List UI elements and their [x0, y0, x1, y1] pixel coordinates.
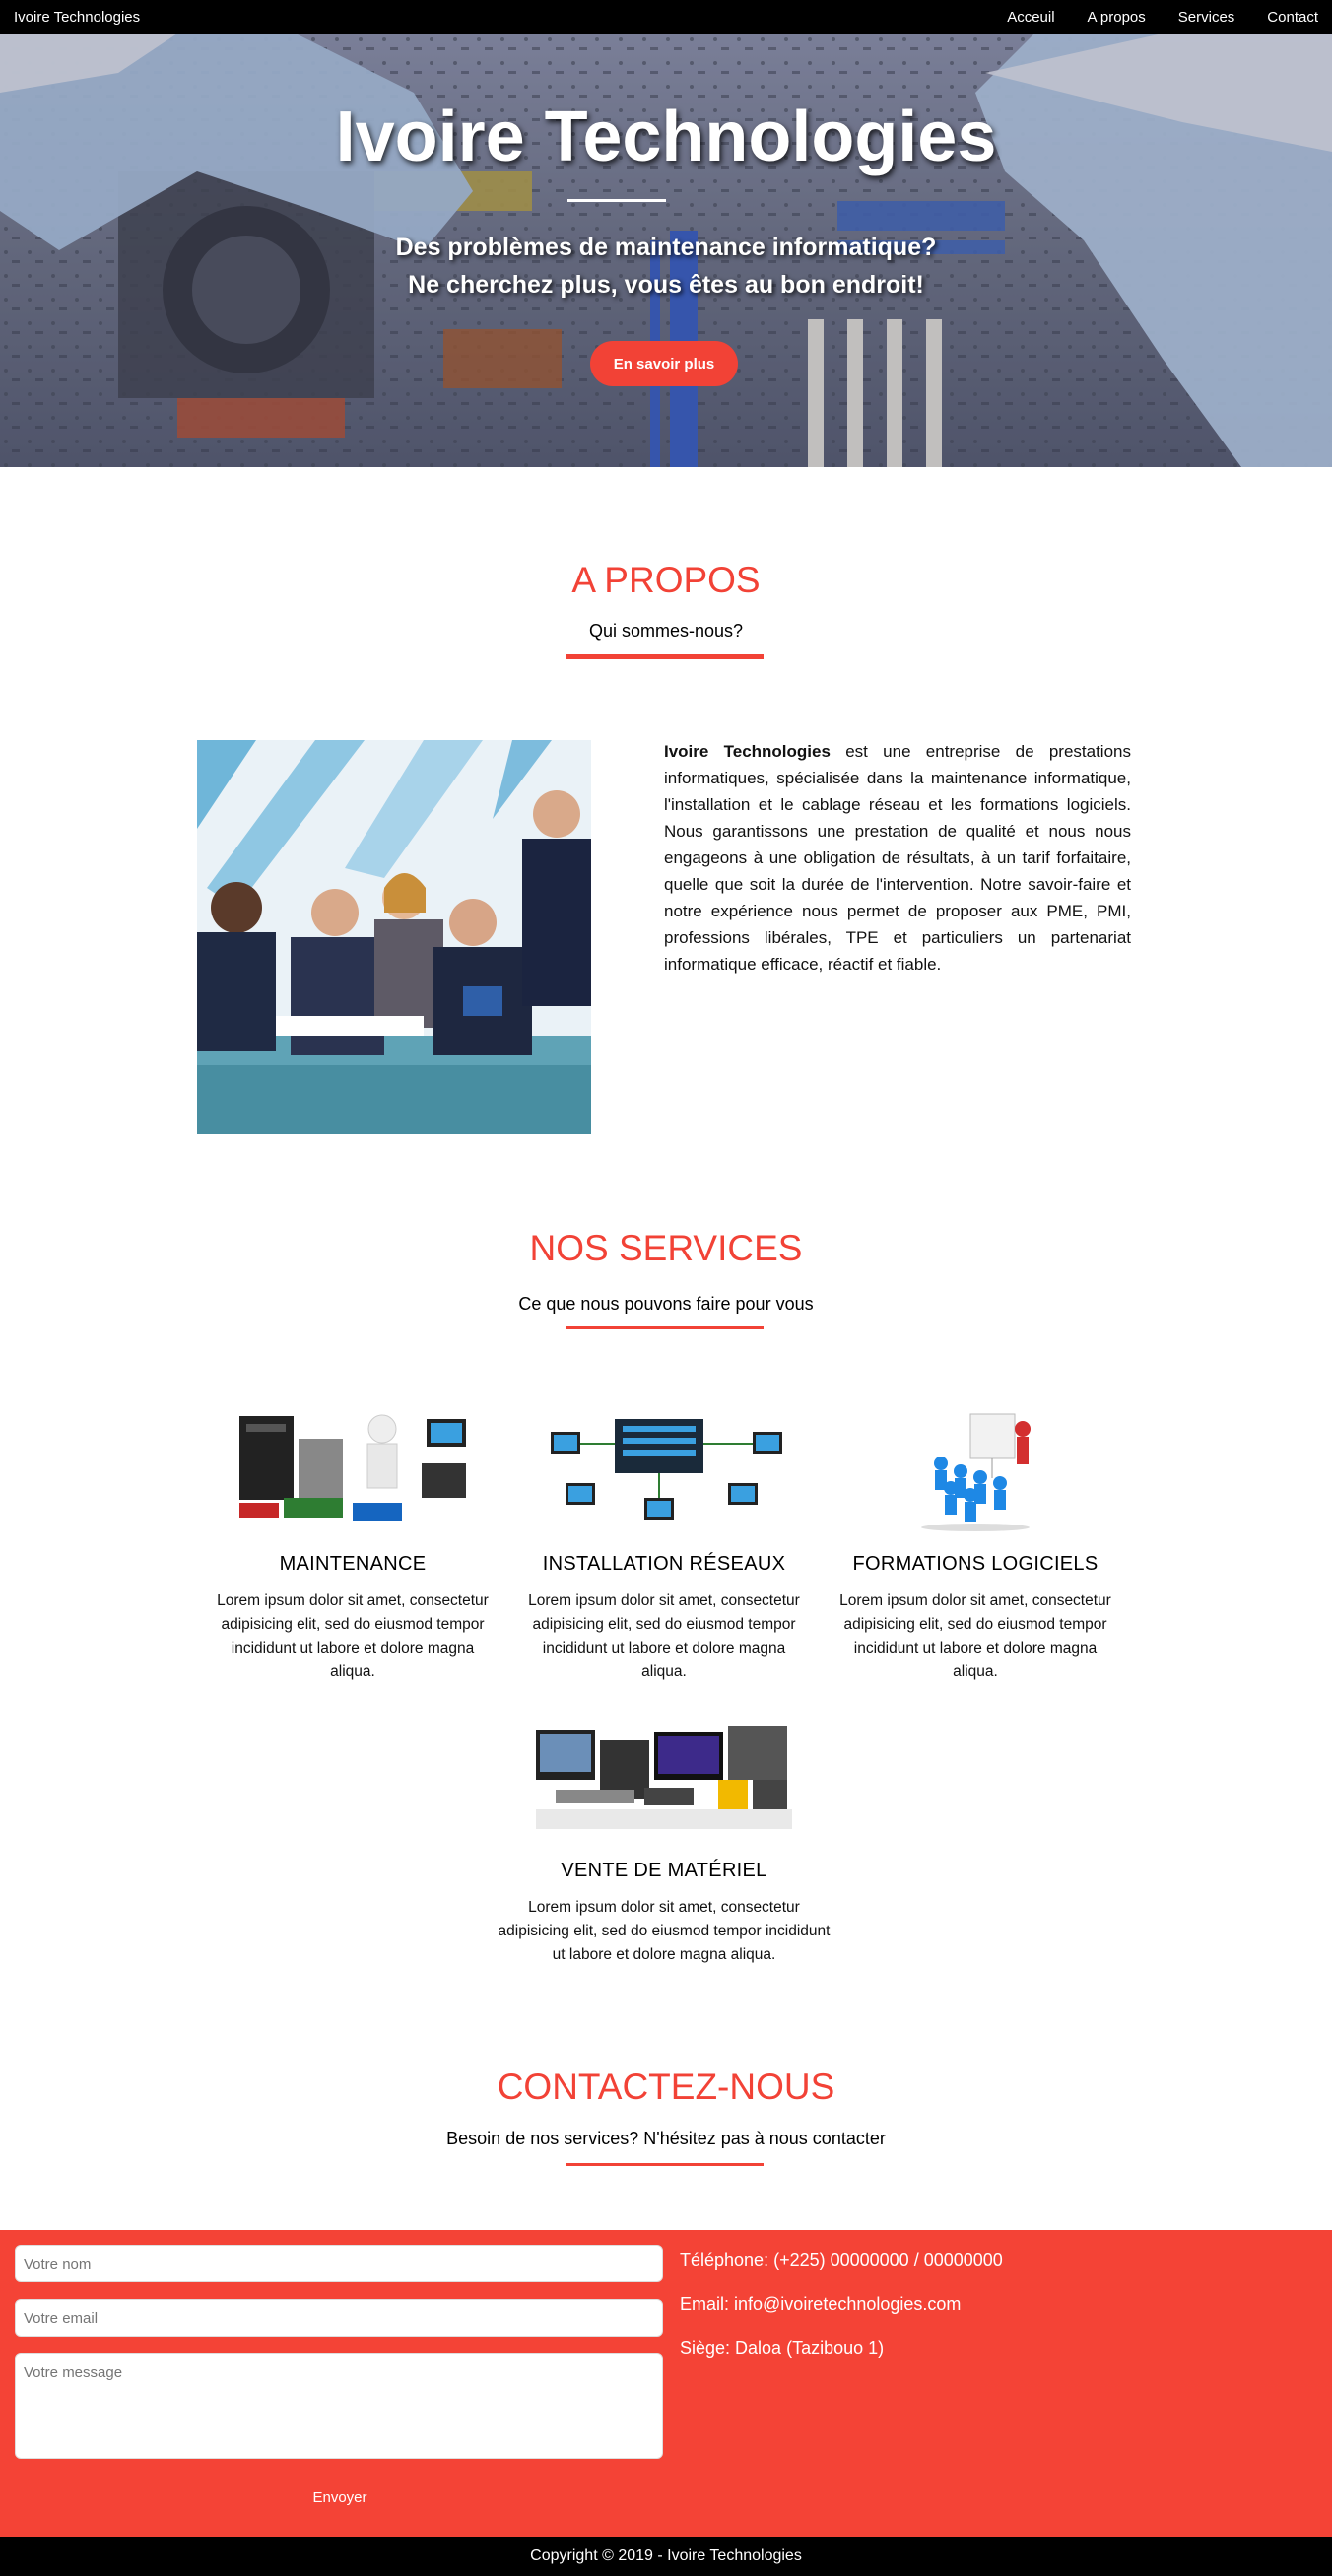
service-desc-formations: Lorem ipsum dolor sit amet, consectetur …	[839, 1593, 1111, 1680]
hero-subtitle-line-2: Ne cherchez plus, vous êtes au bon endro…	[408, 271, 924, 299]
hardware-sales-image	[526, 1711, 802, 1839]
send-button[interactable]: Envoyer	[286, 2487, 394, 2507]
service-formations-logiciels: FORMATIONS LOGICIELS Lorem ipsum dolor s…	[837, 1404, 1113, 1684]
hero-section: Ivoire Technologies Des problèmes de mai…	[0, 34, 1332, 467]
hero-title: Ivoire Technologies	[335, 98, 997, 176]
services-title: NOS SERVICES	[529, 1228, 803, 1268]
nav-link-contact[interactable]: Contact	[1267, 9, 1318, 26]
footer: Copyright © 2019 - Ivoire Technologies	[0, 2537, 1332, 2576]
about-text: est une entreprise de prestations inform…	[664, 742, 1131, 974]
brand-link[interactable]: Ivoire Technologies	[14, 9, 140, 26]
message-textarea[interactable]	[15, 2353, 663, 2459]
network-installation-image	[536, 1404, 792, 1532]
about-divider	[566, 654, 764, 659]
service-desc-installation: Lorem ipsum dolor sit amet, consectetur …	[528, 1593, 800, 1680]
navbar: Ivoire Technologies Acceuil A propos Ser…	[0, 0, 1332, 34]
about-subtitle: Qui sommes-nous?	[588, 621, 744, 641]
about-title: A PROPOS	[571, 560, 761, 600]
contact-phone: Téléphone: (+225) 00000000 / 00000000	[680, 2250, 1003, 2270]
hero-subtitle: Des problèmes de maintenance informatiqu…	[0, 229, 1332, 304]
name-input[interactable]	[15, 2245, 663, 2282]
service-desc-vente: Lorem ipsum dolor sit amet, consectetur …	[498, 1899, 831, 1963]
maintenance-image	[225, 1404, 481, 1532]
service-title-installation: INSTALLATION RÉSEAUX	[542, 1553, 786, 1575]
service-installation-reseaux: INSTALLATION RÉSEAUX Lorem ipsum dolor s…	[526, 1404, 802, 1684]
contact-subtitle: Besoin de nos services? N'hésitez pas à …	[446, 2129, 886, 2148]
about-company-name: Ivoire Technologies	[664, 742, 831, 761]
service-desc-maintenance: Lorem ipsum dolor sit amet, consectetur …	[217, 1593, 489, 1680]
contact-email[interactable]: Email: info@ivoiretechnologies.com	[680, 2294, 961, 2315]
nav-link-services[interactable]: Services	[1178, 9, 1235, 26]
contact-address: Siège: Daloa (Tazibouo 1)	[680, 2339, 885, 2358]
contact-title: CONTACTEZ-NOUS	[497, 2067, 835, 2107]
learn-more-button[interactable]: En savoir plus	[590, 341, 738, 386]
service-title-vente: VENTE DE MATÉRIEL	[561, 1860, 767, 1881]
hero-subtitle-line-1: Des problèmes de maintenance informatiqu…	[395, 234, 937, 261]
email-input[interactable]	[15, 2299, 663, 2337]
services-subtitle: Ce que nous pouvons faire pour vous	[518, 1294, 814, 1314]
hero-content: Ivoire Technologies Des problèmes de mai…	[0, 34, 1332, 467]
services-divider	[566, 1326, 764, 1329]
footer-copyright: Copyright © 2019 - Ivoire Technologies	[530, 2547, 802, 2564]
service-title-maintenance: MAINTENANCE	[279, 1553, 427, 1575]
about-description: Ivoire Technologies est une entreprise d…	[664, 738, 1131, 978]
about-team-image	[197, 740, 591, 1134]
hero-divider	[567, 199, 666, 202]
training-image	[847, 1404, 1103, 1532]
contact-divider	[566, 2163, 764, 2166]
nav-link-a-propos[interactable]: A propos	[1088, 9, 1146, 26]
nav-link-accueil[interactable]: Acceuil	[1007, 9, 1054, 26]
service-vente-materiel: VENTE DE MATÉRIEL Lorem ipsum dolor sit …	[497, 1711, 832, 1967]
service-maintenance: MAINTENANCE Lorem ipsum dolor sit amet, …	[215, 1404, 491, 1684]
service-title-formations: FORMATIONS LOGICIELS	[852, 1553, 1099, 1575]
nav-links: Acceuil A propos Services Contact	[974, 9, 1318, 26]
